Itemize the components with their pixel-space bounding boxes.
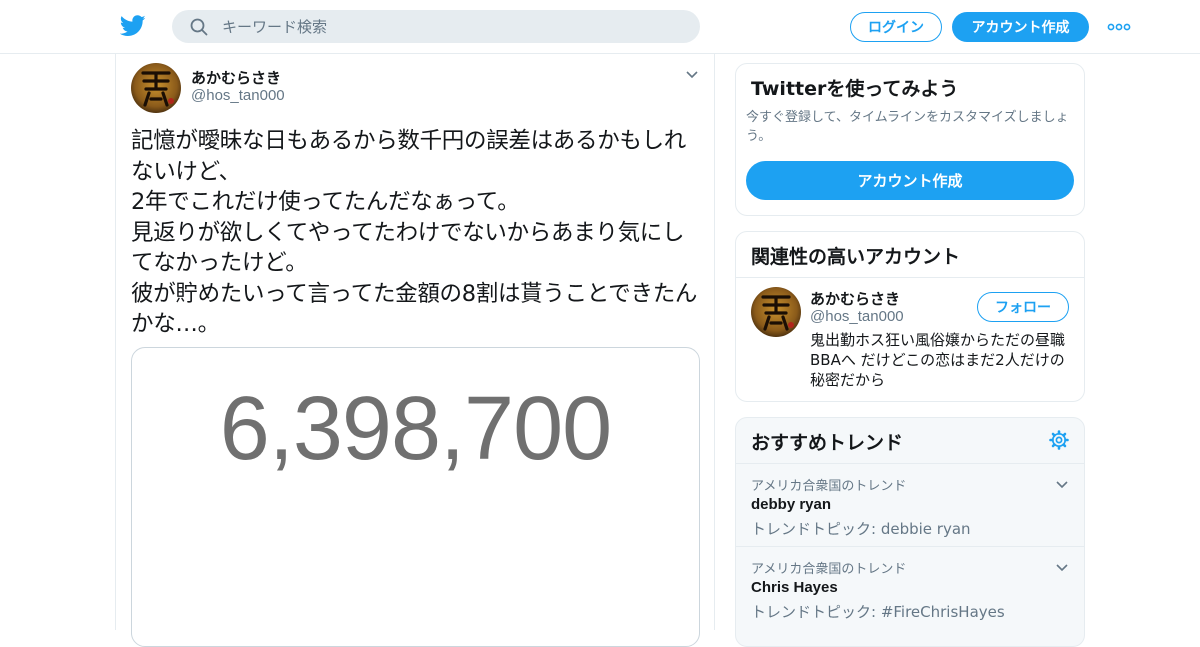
related-account-name[interactable]: あかむらさき [810,288,900,309]
tweet-text: 記憶が曖昧な日もあるから数千円の誤差はあるかもしれないけど、 2年でこれだけ使っ… [131,128,698,337]
trends-card: おすすめトレンド アメリカ合衆国のトレンド debby ryan トレンドトピッ… [735,417,1085,647]
trend-item[interactable]: アメリカ合衆国のトレンド debby ryan トレンドトピック: debbie… [736,463,1084,546]
avatar[interactable] [131,63,181,113]
trend-topic: トレンドトピック: debbie ryan [751,520,971,538]
signup-card-description: 今すぐ登録して、タイムラインをカスタマイズしましょう。 [746,110,1069,144]
gear-icon[interactable] [1049,430,1069,450]
signup-button[interactable]: アカウント作成 [952,12,1089,42]
follow-button[interactable]: フォロー [977,292,1069,322]
trends-title: おすすめトレンド [751,432,904,454]
related-accounts-card: 関連性の高いアカウント あかむらさき @hos_tan000 フォロー 鬼出勤ホ… [735,231,1085,402]
signup-card: Twitterを使ってみよう 今すぐ登録して、タイムラインをカスタマイズしましょ… [735,63,1085,216]
chevron-down-icon[interactable] [685,70,699,80]
divider [736,277,1084,278]
author-name[interactable]: あかむらさき [191,67,281,88]
related-accounts-title: 関連性の高いアカウント [751,246,961,268]
tweet-image[interactable]: 6,398,700 [131,347,700,647]
tweet: あかむらさき @hos_tan000 記憶が曖昧な日もあるから数千円の誤差はある… [115,54,715,647]
author-handle[interactable]: @hos_tan000 [191,87,285,104]
related-avatar[interactable] [751,287,801,337]
login-button[interactable]: ログイン [850,12,942,42]
chevron-down-icon[interactable] [1055,563,1069,573]
related-account-handle[interactable]: @hos_tan000 [810,308,904,325]
trend-context: アメリカ合衆国のトレンド [751,562,907,577]
trend-name[interactable]: Chris Hayes [751,579,838,596]
related-account-bio: 鬼出勤ホス狂い風俗嬢からただの昼職BBAへ だけどこの恋はまだ2人だけの秘密だか… [810,331,1066,389]
image-text: 6,398,700 [219,379,612,479]
top-nav: ログイン アカウント作成 [0,0,1200,54]
avatar-image [751,287,801,337]
avatar-image [131,63,181,113]
twitter-logo-icon[interactable] [120,14,146,38]
trend-item[interactable]: アメリカ合衆国のトレンド Chris Hayes トレンドトピック: #Fire… [736,546,1084,629]
signup-card-button[interactable]: アカウント作成 [746,161,1074,200]
search-icon [190,18,208,36]
search-input[interactable] [222,10,682,43]
search-bar [172,10,700,43]
trend-topic: トレンドトピック: #FireChrisHayes [751,603,1005,621]
trend-name[interactable]: debby ryan [751,496,831,513]
chevron-down-icon[interactable] [1055,480,1069,490]
signup-card-title: Twitterを使ってみよう [751,78,959,100]
more-icon[interactable] [1107,20,1131,34]
trend-context: アメリカ合衆国のトレンド [751,479,907,494]
